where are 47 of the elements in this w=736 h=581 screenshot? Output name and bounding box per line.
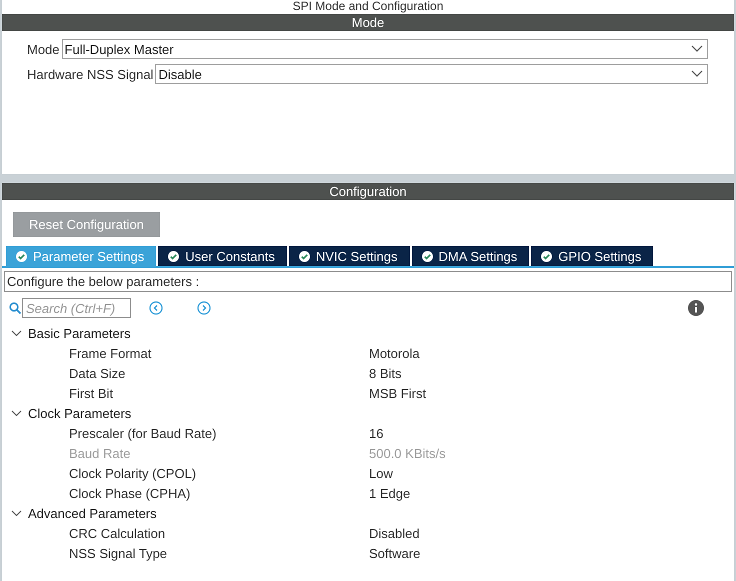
group-label[interactable]: Advanced Parameters xyxy=(28,506,157,520)
group-label[interactable]: Basic Parameters xyxy=(28,326,131,340)
tab[interactable]: DMA Settings xyxy=(412,246,530,266)
window-title: SPI Mode and Configuration xyxy=(292,0,444,14)
dropdown-field[interactable]: Full-Duplex Master xyxy=(62,39,708,59)
field-label: Hardware NSS Signal xyxy=(27,66,154,82)
parameter-value[interactable]: MSB First xyxy=(369,386,426,400)
hint-text: Configure the below parameters : xyxy=(4,271,732,292)
tab[interactable]: GPIO Settings xyxy=(531,246,654,266)
section-header: Configuration xyxy=(2,183,734,200)
parameter-value[interactable]: Software xyxy=(369,546,420,560)
parameter-label: CRC Calculation xyxy=(69,526,166,540)
parameter-label: First Bit xyxy=(69,386,114,400)
search-field[interactable]: Search (Ctrl+F) xyxy=(22,298,131,318)
chevron-down-icon[interactable] xyxy=(11,410,22,416)
check-circle-icon xyxy=(16,250,27,262)
dropdown-field[interactable]: Disable xyxy=(155,64,708,84)
parameter-value[interactable]: 16 xyxy=(369,426,384,440)
next-icon[interactable] xyxy=(197,301,211,315)
chevron-down-icon[interactable] xyxy=(11,510,22,516)
caret-icon xyxy=(691,70,703,78)
field-label: Mode xyxy=(27,42,60,56)
parameter-label: Prescaler (for Baud Rate) xyxy=(69,426,218,440)
group-label[interactable]: Clock Parameters xyxy=(28,406,132,420)
section-header: Mode xyxy=(2,14,734,31)
previous-icon[interactable] xyxy=(149,301,163,315)
parameter-label: Data Size xyxy=(69,366,126,380)
tab[interactable]: User Constants xyxy=(158,246,287,266)
parameter-value[interactable]: 1 Edge xyxy=(369,486,410,500)
parameter-value[interactable]: Low xyxy=(369,466,393,480)
check-circle-icon xyxy=(168,250,180,262)
caret-icon xyxy=(691,45,703,53)
parameter-label: Frame Format xyxy=(69,346,152,360)
parameter-label: Clock Polarity (CPOL) xyxy=(69,466,198,480)
check-circle-icon xyxy=(298,250,310,262)
check-circle-icon xyxy=(541,250,552,262)
parameter-value[interactable]: Disabled xyxy=(369,526,420,540)
search-icon xyxy=(9,302,21,314)
check-circle-icon xyxy=(422,250,433,262)
chevron-down-icon[interactable] xyxy=(11,330,22,336)
parameter-label: Baud Rate xyxy=(69,446,132,460)
parameter-value[interactable]: Motorola xyxy=(369,346,420,360)
tab[interactable]: NVIC Settings xyxy=(288,246,410,266)
info-icon[interactable] xyxy=(688,300,704,316)
parameter-value[interactable]: 8 Bits xyxy=(369,366,402,380)
parameter-label: NSS Signal Type xyxy=(69,546,168,560)
parameter-label: Clock Phase (CPHA) xyxy=(69,486,192,500)
